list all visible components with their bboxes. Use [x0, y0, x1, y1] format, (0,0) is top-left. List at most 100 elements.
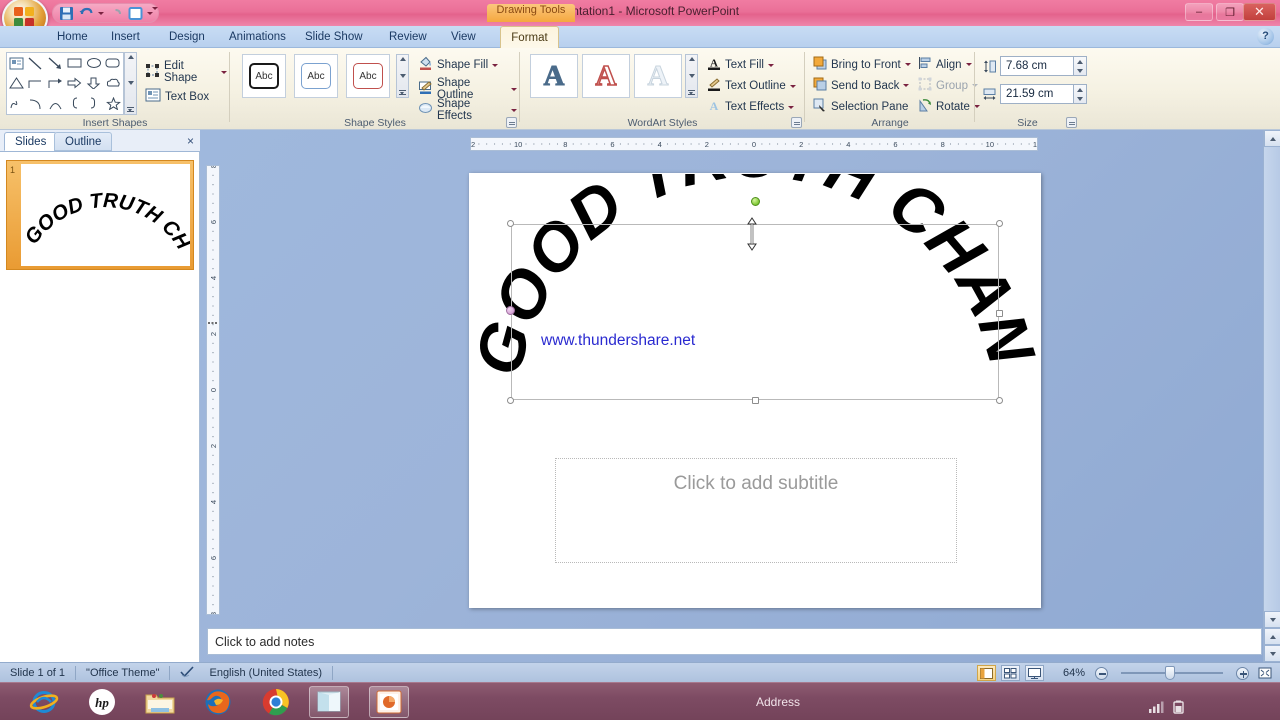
tab-slide-show[interactable]: Slide Show — [296, 26, 372, 48]
maximize-button[interactable]: ❐ — [1216, 3, 1244, 21]
resize-handle-s[interactable] — [751, 397, 759, 404]
tab-home[interactable]: Home — [48, 26, 97, 48]
theme-indicator[interactable]: "Office Theme" — [76, 663, 169, 683]
shape-curve-icon[interactable] — [26, 94, 45, 114]
network-icon[interactable] — [1146, 691, 1166, 720]
shape-height-stepper[interactable] — [1074, 56, 1087, 76]
text-effects-button[interactable]: A Text Effects — [704, 96, 797, 118]
vertical-ruler[interactable]: 8 6 4 2 0 2 4 6 8 — [206, 165, 220, 615]
tab-animations[interactable]: Animations — [220, 26, 295, 48]
text-effects-dropdown-icon[interactable] — [788, 105, 795, 109]
panel-tab-slides[interactable]: Slides — [4, 132, 58, 151]
resize-handle-se[interactable] — [996, 397, 1003, 404]
file-explorer-icon[interactable] — [140, 686, 180, 718]
resize-handle-ne[interactable] — [996, 220, 1003, 227]
language-indicator[interactable]: English (United States) — [199, 663, 332, 683]
edit-shape-dropdown-icon[interactable] — [221, 70, 227, 74]
shape-triangle-icon[interactable] — [7, 73, 26, 93]
panel-tab-outline[interactable]: Outline — [54, 132, 113, 151]
align-button[interactable]: Align — [915, 54, 975, 75]
scroll-up-icon[interactable] — [1264, 130, 1280, 147]
previous-slide-icon[interactable] — [1264, 628, 1280, 645]
stepper-up-icon[interactable] — [1077, 87, 1083, 92]
slide-show-view-button[interactable] — [1024, 665, 1044, 681]
rotate-button[interactable]: Rotate — [915, 96, 983, 117]
slide-sorter-view-button[interactable] — [1000, 665, 1020, 681]
tab-insert[interactable]: Insert — [102, 26, 149, 48]
wordart-preset-3[interactable]: A — [634, 54, 682, 98]
bring-to-front-dropdown-icon[interactable] — [904, 63, 911, 66]
shape-styles-scrollbar[interactable] — [396, 54, 409, 98]
subtitle-placeholder[interactable]: Click to add subtitle — [555, 458, 957, 563]
hp-icon[interactable]: hp — [82, 686, 122, 718]
scroll-up-icon[interactable] — [688, 57, 695, 61]
url-text[interactable]: www.thundershare.net — [541, 332, 695, 350]
firefox-icon[interactable] — [198, 686, 238, 718]
close-panel-icon[interactable]: × — [187, 134, 194, 148]
normal-view-button[interactable] — [976, 665, 996, 681]
text-outline-dropdown-icon[interactable] — [789, 84, 796, 88]
tab-view[interactable]: View — [442, 26, 485, 48]
wordart-styles-dialog-launcher[interactable] — [791, 117, 802, 128]
more-shape-styles-icon[interactable] — [399, 90, 406, 95]
shape-height-input[interactable]: 7.68 cm — [1000, 56, 1074, 76]
chrome-icon[interactable] — [256, 686, 296, 718]
stepper-down-icon[interactable] — [1077, 96, 1083, 101]
resize-handle-nw[interactable] — [507, 220, 514, 227]
battery-icon[interactable] — [1168, 691, 1188, 720]
wordart-preset-2[interactable]: A — [582, 54, 630, 98]
stepper-up-icon[interactable] — [1077, 59, 1083, 64]
powerpoint-icon[interactable] — [369, 686, 409, 718]
shape-down-arrow-icon[interactable] — [84, 73, 103, 93]
close-button[interactable]: ✕ — [1243, 3, 1276, 21]
wordart-selection[interactable]: GOOD TRUTH CHAN www.thundershare.net — [460, 174, 1049, 404]
shape-rounded-rect-icon[interactable] — [104, 53, 123, 73]
shape-fill-dropdown-icon[interactable] — [492, 63, 499, 67]
text-fill-dropdown-icon[interactable] — [767, 63, 774, 67]
notepad-icon[interactable] — [309, 686, 349, 718]
zoom-slider[interactable] — [1113, 666, 1231, 680]
resize-handle-sw[interactable] — [507, 397, 514, 404]
stepper-down-icon[interactable] — [1077, 68, 1083, 73]
scroll-down-icon[interactable] — [688, 73, 695, 78]
shape-scribble-icon[interactable] — [7, 94, 26, 114]
zoom-level-label[interactable]: 64% — [1058, 663, 1090, 683]
zoom-slider-thumb[interactable] — [1165, 666, 1175, 680]
more-wordart-styles-icon[interactable] — [688, 90, 695, 95]
shape-fill-button[interactable]: Shape Fill — [415, 54, 501, 76]
size-dialog-launcher[interactable] — [1066, 117, 1077, 128]
shape-star-icon[interactable] — [104, 94, 123, 114]
text-box-button[interactable]: Text Box — [142, 86, 212, 107]
help-icon[interactable]: ? — [1257, 28, 1274, 45]
shape-width-input[interactable]: 21.59 cm — [1000, 84, 1074, 104]
shape-width-stepper[interactable] — [1074, 84, 1087, 104]
shape-style-preset-1[interactable]: Abc — [242, 54, 286, 98]
shape-gallery[interactable] — [6, 52, 124, 115]
zoom-out-button[interactable] — [1095, 666, 1108, 680]
wordart-preset-1[interactable]: A — [530, 54, 578, 98]
shape-elbow-connector-icon[interactable] — [26, 73, 45, 93]
shape-oval-icon[interactable] — [84, 53, 103, 73]
wordart-styles-scrollbar[interactable] — [685, 54, 698, 98]
shape-cloud-callout-icon[interactable] — [104, 73, 123, 93]
horizontal-ruler[interactable]: 12 10 8 6 4 2 0 2 4 6 8 10 12 — [470, 137, 1038, 151]
shape-rectangle-icon[interactable] — [65, 53, 84, 73]
tab-design[interactable]: Design — [160, 26, 214, 48]
resize-handle-e[interactable] — [996, 310, 1003, 317]
align-dropdown-icon[interactable] — [965, 63, 972, 66]
tab-format[interactable]: Format — [500, 26, 559, 48]
scroll-down-icon[interactable] — [1264, 611, 1280, 628]
shape-effects-dropdown-icon[interactable] — [511, 108, 517, 112]
spell-check-icon[interactable] — [170, 663, 199, 683]
text-outline-button[interactable]: Text Outline — [704, 75, 799, 97]
scroll-up-icon[interactable] — [399, 57, 406, 61]
scroll-up-icon[interactable] — [127, 55, 134, 59]
shape-style-preset-3[interactable]: Abc — [346, 54, 390, 98]
shape-textbox-icon[interactable] — [7, 53, 26, 73]
slide-thumbnail-1[interactable]: 1 GOOD TRUTH CHAN — [6, 160, 194, 270]
shape-style-preset-2[interactable]: Abc — [294, 54, 338, 98]
shape-adjust-handle[interactable] — [506, 306, 515, 315]
more-shapes-icon[interactable] — [127, 107, 134, 112]
rotation-handle[interactable] — [750, 197, 760, 206]
shape-styles-dialog-launcher[interactable] — [506, 117, 517, 128]
